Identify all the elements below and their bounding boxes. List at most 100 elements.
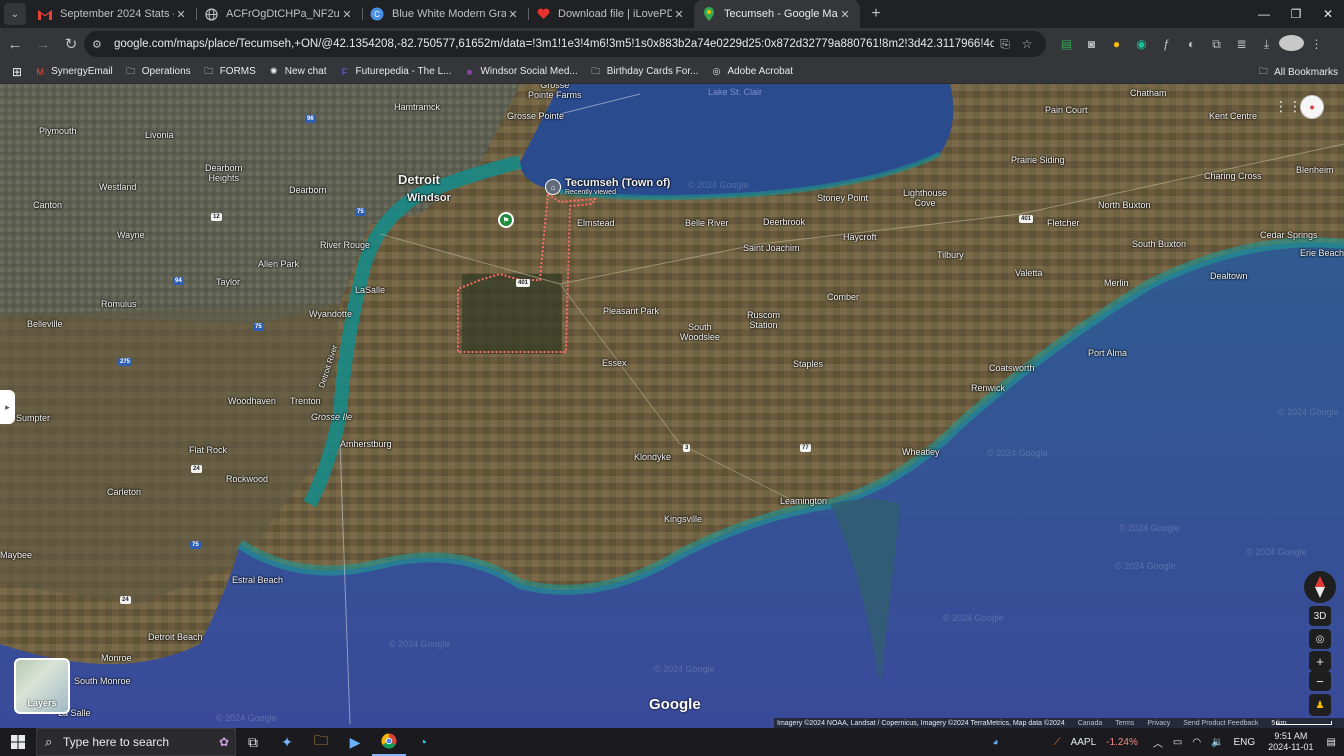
address-bar[interactable]: ⚙ google.com/maps/place/Tecumseh,+ON/@42… — [84, 31, 1046, 57]
task-view-icon[interactable]: ⧉ — [236, 728, 270, 756]
extensions-puzzle-icon[interactable]: ⧉ — [1204, 37, 1229, 52]
place-amherstburg[interactable]: Amherstburg — [340, 439, 392, 449]
lake-st-clair-label[interactable]: Lake St. Clair — [708, 87, 762, 97]
place-ruscom-station[interactable]: Ruscom Station — [747, 310, 780, 330]
place-wyandotte[interactable]: Wyandotte — [309, 309, 352, 319]
place-taylor[interactable]: Taylor — [216, 277, 240, 287]
chevron-up-icon[interactable]: ︿ — [1153, 735, 1163, 750]
place-comber[interactable]: Comber — [827, 292, 859, 302]
layers-button[interactable]: Layers — [14, 658, 70, 714]
place-grosse-ile[interactable]: Grosse Ile — [311, 412, 352, 422]
tab-document[interactable]: ACFrOgDtCHPa_NF2uloaEctDB ✕ — [196, 0, 362, 28]
place-plymouth[interactable]: Plymouth — [39, 126, 77, 136]
restore-button[interactable]: ❐ — [1280, 0, 1312, 28]
place-grosse-pointe-farms[interactable]: Grosse Pointe Farms — [528, 84, 582, 100]
honey-extension-icon[interactable]: ● — [1104, 37, 1129, 51]
place-tecumseh[interactable]: Tecumseh (Town of) — [565, 177, 670, 189]
minimize-button[interactable]: — — [1248, 0, 1280, 28]
place-coatsworth[interactable]: Coatsworth — [989, 363, 1035, 373]
account-avatar[interactable]: ◉ — [1300, 95, 1324, 119]
place-rockwood[interactable]: Rockwood — [226, 474, 268, 484]
place-port-alma[interactable]: Port Alma — [1088, 348, 1127, 358]
place-valetta[interactable]: Valetta — [1015, 268, 1042, 278]
place-south-woodslee[interactable]: South Woodslee — [680, 322, 720, 342]
bookmark-folder-birthday[interactable]: 🗀 Birthday Cards For... — [590, 66, 698, 78]
privacy-link[interactable]: Privacy — [1147, 720, 1170, 727]
map-canvas[interactable]: Detroit Windsor ⌂ Tecumseh (Town of) Rec… — [0, 84, 1344, 728]
place-estral-beach[interactable]: Estral Beach — [232, 575, 283, 585]
chrome-icon[interactable] — [372, 728, 406, 756]
place-flat-rock[interactable]: Flat Rock — [189, 445, 227, 455]
place-allen-park[interactable]: Allen Park — [258, 259, 299, 269]
script-extension-icon[interactable]: ƒ — [1154, 37, 1179, 51]
place-dealtown[interactable]: Dealtown — [1210, 271, 1248, 281]
place-wayne[interactable]: Wayne — [117, 230, 145, 240]
language-indicator[interactable]: ENG — [1234, 737, 1256, 748]
place-detroit-beach[interactable]: Detroit Beach — [148, 632, 203, 642]
place-renwick[interactable]: Renwick — [971, 383, 1005, 393]
golf-pin-icon[interactable]: ⚑ — [498, 212, 514, 228]
place-monroe[interactable]: Monroe — [101, 653, 132, 663]
scale-bar[interactable] — [1276, 721, 1332, 725]
forward-button[interactable]: → — [30, 31, 56, 57]
stock-trend-icon[interactable]: ⟋ — [1054, 737, 1061, 748]
region-link[interactable]: Canada — [1078, 720, 1103, 727]
place-haycroft[interactable]: Haycroft — [843, 232, 877, 242]
place-leamington[interactable]: Leamington — [780, 496, 827, 506]
place-woodhaven[interactable]: Woodhaven — [228, 396, 276, 406]
sheets-extension-icon[interactable]: ▤ — [1054, 37, 1079, 51]
install-app-icon[interactable]: ⎘ — [994, 37, 1016, 52]
place-south-monroe[interactable]: South Monroe — [74, 676, 131, 686]
place-grosse-pointe[interactable]: Grosse Pointe — [507, 111, 564, 121]
place-elmstead[interactable]: Elmstead — [577, 218, 615, 228]
place-livonia[interactable]: Livonia — [145, 130, 174, 140]
volume-icon[interactable]: 🔉 — [1211, 737, 1223, 748]
bookmark-windsor-social[interactable]: ■ Windsor Social Med... — [463, 66, 578, 78]
place-merlin[interactable]: Merlin — [1104, 278, 1129, 288]
meet-now-icon[interactable]: ▭ — [1173, 737, 1182, 748]
place-dearborn-heights[interactable]: Dearborn Heights — [205, 163, 243, 183]
place-detroit[interactable]: Detroit — [398, 172, 440, 187]
reload-button[interactable]: ↻ — [58, 31, 84, 57]
tab-ilovepdf[interactable]: Download file | iLovePDF ✕ — [528, 0, 694, 28]
site-info-icon[interactable]: ⚙ — [92, 38, 108, 51]
terms-link[interactable]: Terms — [1115, 720, 1134, 727]
expand-side-panel-button[interactable]: ▸ — [0, 390, 15, 424]
close-icon[interactable]: ✕ — [672, 8, 686, 21]
new-tab-button[interactable]: + — [864, 2, 888, 26]
tab-google-maps[interactable]: Tecumseh - Google Maps ✕ — [694, 0, 860, 28]
place-kingsville[interactable]: Kingsville — [664, 514, 702, 524]
place-kent-centre[interactable]: Kent Centre — [1209, 111, 1257, 121]
place-charing-cross[interactable]: Charing Cross — [1204, 171, 1262, 181]
windows-start-icon[interactable] — [0, 728, 36, 756]
street-view-pegman-icon[interactable]: ♟ — [1309, 694, 1331, 716]
close-icon[interactable]: ✕ — [340, 8, 354, 21]
three-d-toggle-button[interactable]: 3D — [1309, 606, 1331, 626]
profile-avatar[interactable] — [1279, 34, 1304, 54]
tab-canva[interactable]: C Blue White Modern Gradient Yo ✕ — [362, 0, 528, 28]
wifi-icon[interactable]: ◠ — [1192, 737, 1201, 748]
place-prairie-siding[interactable]: Prairie Siding — [1011, 155, 1065, 165]
place-belle-river[interactable]: Belle River — [685, 218, 729, 228]
place-erie-beach[interactable]: Erie Beach — [1300, 248, 1344, 258]
copilot-icon[interactable]: ✦ — [270, 728, 304, 756]
edge-icon[interactable]: ◔ — [406, 728, 440, 756]
place-dearborn[interactable]: Dearborn — [289, 185, 327, 195]
reading-list-icon[interactable]: ≣ — [1229, 37, 1254, 51]
download-icon[interactable]: ⤓ — [1254, 37, 1279, 52]
place-canton[interactable]: Canton — [33, 200, 62, 210]
place-trenton[interactable]: Trenton — [290, 396, 321, 406]
compass-icon[interactable] — [1304, 571, 1336, 603]
place-wheatley[interactable]: Wheatley — [902, 447, 940, 457]
zoom-out-button[interactable]: − — [1309, 671, 1331, 691]
close-icon[interactable]: ✕ — [838, 8, 852, 21]
place-maybee[interactable]: Maybee — [0, 550, 32, 560]
back-button[interactable]: ← — [2, 31, 28, 57]
bookmark-folder-operations[interactable]: 🗀 Operations — [125, 66, 190, 78]
tab-search-button[interactable]: ⌄ — [4, 3, 26, 25]
place-pain-court[interactable]: Pain Court — [1045, 105, 1088, 115]
place-river-rouge[interactable]: River Rouge — [320, 240, 370, 250]
place-romulus[interactable]: Romulus — [101, 299, 137, 309]
place-sumpter[interactable]: Sumpter — [16, 413, 50, 423]
place-lighthouse-cove[interactable]: Lighthouse Cove — [903, 188, 947, 208]
